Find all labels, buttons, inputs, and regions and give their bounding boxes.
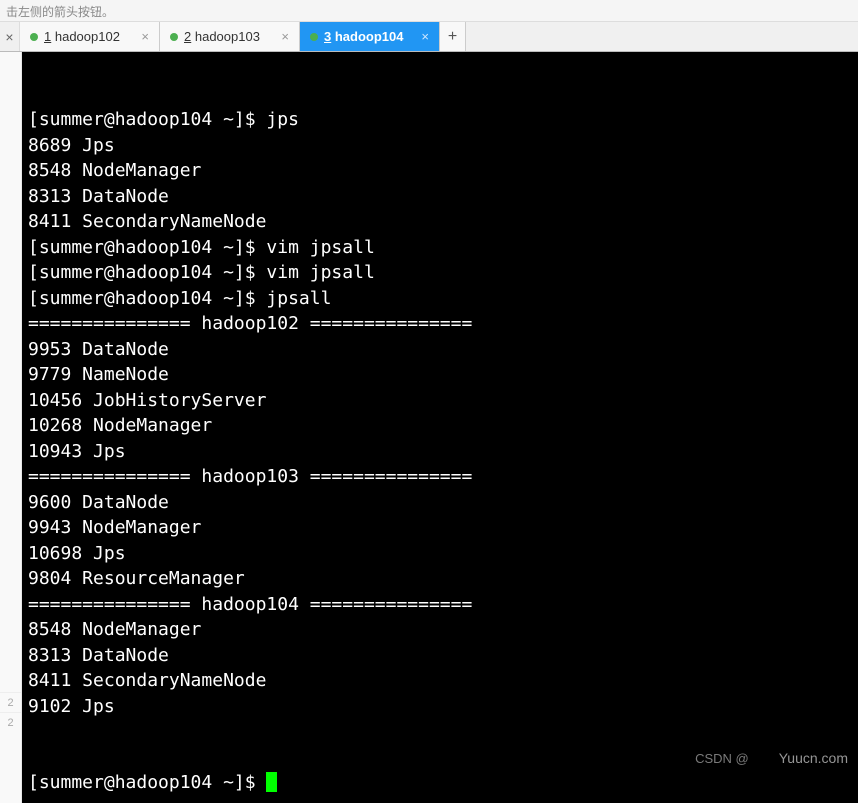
tab-close-icon[interactable]: × (279, 29, 291, 44)
terminal-line: =============== hadoop102 ==============… (28, 311, 852, 337)
terminal-line: [summer@hadoop104 ~]$ jpsall (28, 286, 852, 312)
terminal-line: =============== hadoop103 ==============… (28, 464, 852, 490)
tab-label: 1 hadoop102 (44, 29, 120, 44)
terminal-line: 8689 Jps (28, 133, 852, 159)
terminal-line: 10698 Jps (28, 541, 852, 567)
terminal-line: 10268 NodeManager (28, 413, 852, 439)
tab-bar: × 1 hadoop102 × 2 hadoop103 × 3 hadoop10… (0, 22, 858, 52)
close-icon[interactable]: × (0, 22, 20, 51)
add-tab-button[interactable]: + (440, 22, 466, 51)
terminal-line: 9779 NameNode (28, 362, 852, 388)
terminal-line: 8548 NodeManager (28, 158, 852, 184)
gutter-mark: 2 (0, 692, 21, 712)
gutter-mark: 2 (0, 712, 21, 732)
tab-close-icon[interactable]: × (419, 29, 431, 44)
terminal-line: 9102 Jps (28, 694, 852, 720)
terminal-line: [summer@hadoop104 ~]$ jps (28, 107, 852, 133)
status-dot-icon (170, 33, 178, 41)
terminal-line: 8411 SecondaryNameNode (28, 209, 852, 235)
tab-label: 2 hadoop103 (184, 29, 260, 44)
hint-bar: 击左侧的箭头按钮。 (0, 0, 858, 22)
terminal-line: 9804 ResourceManager (28, 566, 852, 592)
tab-label: 3 hadoop104 (324, 29, 403, 44)
terminal-line: [summer@hadoop104 ~]$ vim jpsall (28, 235, 852, 261)
tab-hadoop102[interactable]: 1 hadoop102 × (20, 22, 160, 51)
terminal-line: 10943 Jps (28, 439, 852, 465)
tab-hadoop103[interactable]: 2 hadoop103 × (160, 22, 300, 51)
terminal-line: [summer@hadoop104 ~]$ vim jpsall (28, 260, 852, 286)
tab-hadoop104[interactable]: 3 hadoop104 × (300, 22, 440, 51)
status-dot-icon (310, 33, 318, 41)
terminal-line: 8548 NodeManager (28, 617, 852, 643)
terminal-line: 9943 NodeManager (28, 515, 852, 541)
terminal[interactable]: [summer@hadoop104 ~]$ jps8689 Jps8548 No… (22, 52, 858, 803)
terminal-line: 8313 DataNode (28, 184, 852, 210)
terminal-line: =============== hadoop104 ==============… (28, 592, 852, 618)
terminal-line: 9600 DataNode (28, 490, 852, 516)
terminal-container: 2 2 [summer@hadoop104 ~]$ jps8689 Jps854… (0, 52, 858, 803)
terminal-line: 8313 DataNode (28, 643, 852, 669)
terminal-line: 10456 JobHistoryServer (28, 388, 852, 414)
cursor-icon (266, 772, 277, 792)
terminal-line: 9953 DataNode (28, 337, 852, 363)
status-dot-icon (30, 33, 38, 41)
terminal-prompt-line: [summer@hadoop104 ~]$ (28, 770, 852, 796)
terminal-line: 8411 SecondaryNameNode (28, 668, 852, 694)
tab-close-icon[interactable]: × (139, 29, 151, 44)
gutter: 2 2 (0, 52, 22, 803)
